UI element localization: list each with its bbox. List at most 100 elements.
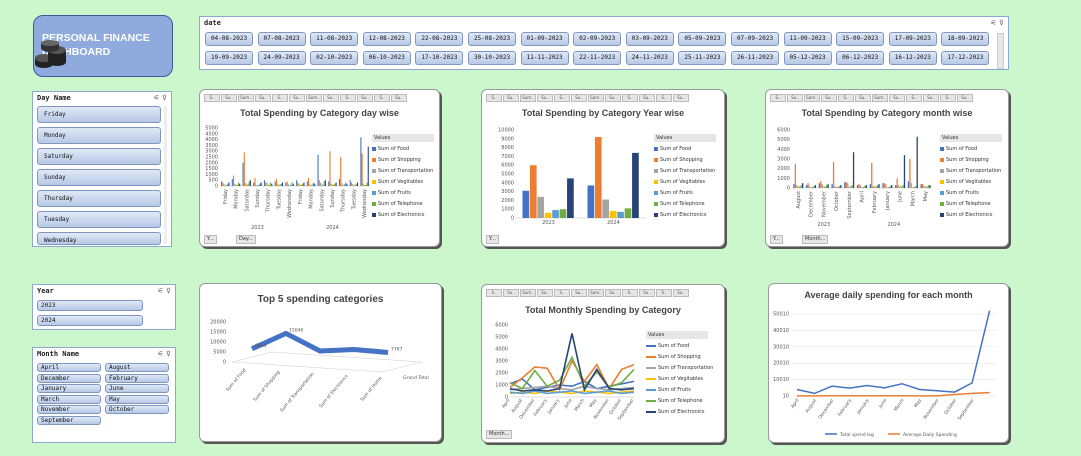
- month-slicer-item[interactable]: November: [37, 405, 101, 414]
- month-slicer-item[interactable]: February: [105, 373, 169, 383]
- filter-icons[interactable]: ⚟ ⊽: [153, 94, 167, 102]
- day-slicer-item[interactable]: Sunday: [37, 169, 161, 186]
- day-slicer-item[interactable]: Tuesday: [37, 211, 161, 228]
- date-slicer-scrollbar[interactable]: [997, 33, 1004, 69]
- date-slicer-item[interactable]: 22-08-2023: [415, 32, 464, 46]
- bar: [929, 185, 931, 188]
- bar: [808, 186, 811, 188]
- month-slicer-item[interactable]: May: [105, 394, 169, 404]
- date-slicer-item[interactable]: 17-12-2023: [941, 51, 990, 65]
- filter-icons[interactable]: ⚟ ⊽: [157, 350, 171, 358]
- date-slicer-item[interactable]: 02-10-2023: [310, 51, 359, 65]
- month-slicer-item[interactable]: September: [37, 415, 101, 425]
- date-slicer-item[interactable]: 05-12-2023: [783, 51, 832, 65]
- date-slicer-item[interactable]: 11-11-2023: [520, 51, 569, 65]
- bar: [352, 184, 354, 186]
- date-slicer-item[interactable]: 15-09-2023: [836, 32, 885, 46]
- bar: [876, 185, 879, 188]
- month-slicer-item[interactable]: March: [37, 394, 101, 404]
- bar: [343, 184, 345, 186]
- date-slicer-item[interactable]: 06-12-2023: [836, 51, 885, 65]
- filter-dropdown[interactable]: Y...: [204, 235, 217, 244]
- year-slicer-item[interactable]: 2023: [37, 300, 143, 311]
- filter-dropdown[interactable]: Day...: [236, 235, 256, 244]
- legend-swatch: [372, 179, 376, 184]
- date-slicer-item[interactable]: 30-10-2023: [468, 51, 516, 65]
- filter-dropdown[interactable]: Y...: [770, 235, 783, 244]
- day-slicer-item[interactable]: Saturday: [37, 148, 161, 165]
- month-slicer-item[interactable]: April: [37, 363, 101, 372]
- legend-swatch: [646, 355, 656, 358]
- bar: [859, 185, 862, 188]
- date-slicer-item[interactable]: 07-09-2023: [731, 32, 779, 46]
- day-slicer-item[interactable]: Thursday: [37, 190, 161, 207]
- bar: [922, 184, 924, 188]
- x-tick-label: Sum of Food: [225, 367, 248, 392]
- bar: [361, 153, 363, 186]
- bar: [365, 184, 367, 186]
- legend-item: Sum of Fruits: [654, 189, 716, 200]
- day-slicer-scrollbar[interactable]: [164, 106, 167, 244]
- month-slicer-item[interactable]: January: [37, 384, 101, 393]
- date-slicer-item[interactable]: 03-09-2023: [625, 32, 674, 46]
- bar: [281, 182, 284, 186]
- x-tick-label: August: [804, 398, 818, 415]
- date-slicer-item[interactable]: 04-08-2023: [205, 32, 253, 46]
- date-slicer-item[interactable]: 24-11-2023: [625, 51, 674, 65]
- bar: [335, 182, 337, 186]
- y-tick-label: 1000: [501, 207, 514, 213]
- year-slicer-item[interactable]: 2024: [37, 315, 143, 326]
- chart-card-month: S.. Su.. Sum.. Su.. S.. Su.. Sum.. Su.. S.. Su.. S…: [765, 89, 1009, 247]
- x-tick-label: Tuesday: [276, 189, 282, 210]
- legend-label: Sum of Transportation: [658, 365, 714, 371]
- month-slicer-item[interactable]: August: [105, 363, 169, 372]
- date-slicer-item[interactable]: 12-08-2023: [362, 32, 411, 46]
- date-slicer-item[interactable]: 17-10-2023: [415, 51, 464, 65]
- legend-swatch: [654, 168, 658, 173]
- filter-dropdown[interactable]: Month...: [802, 235, 829, 244]
- day-slicer-item[interactable]: Monday: [37, 127, 161, 144]
- date-slicer-item[interactable]: 05-09-2023: [678, 32, 727, 46]
- date-slicer-item[interactable]: 07-08-2023: [257, 32, 306, 46]
- bar: [360, 137, 362, 186]
- month-slicer-item[interactable]: June: [105, 384, 169, 393]
- month-slicer-item[interactable]: October: [105, 405, 169, 414]
- bar: [265, 182, 267, 186]
- date-slicer-item[interactable]: 16-12-2023: [888, 51, 937, 65]
- filter-icons[interactable]: ⚟ ⊽: [990, 19, 1004, 27]
- chart-plot: 50010 40010 30010 20010 10010 10April August De…: [773, 310, 997, 438]
- date-slicer-item[interactable]: 11-09-2023: [783, 32, 832, 46]
- month-slicer-item[interactable]: December: [37, 373, 101, 383]
- x-tick-label: May: [923, 191, 929, 201]
- filter-icons[interactable]: ⚟ ⊽: [157, 287, 171, 295]
- bar: [280, 183, 282, 186]
- filter-dropdown[interactable]: Y...: [486, 235, 499, 244]
- day-slicer-item[interactable]: Friday: [37, 106, 161, 123]
- month-slicer-header: Month Name: [37, 350, 80, 358]
- date-slicer-item[interactable]: 22-11-2023: [573, 51, 622, 65]
- date-slicer-item[interactable]: 02-09-2023: [573, 32, 622, 46]
- day-slicer-item[interactable]: Wednesday: [37, 232, 161, 245]
- bar: [274, 181, 276, 186]
- date-slicer-item[interactable]: 19-09-2023: [205, 51, 253, 65]
- filter-dropdown[interactable]: Month...: [486, 430, 513, 439]
- y-tick-label: 15000: [210, 330, 226, 336]
- bar: [826, 185, 828, 188]
- bar: [243, 152, 245, 186]
- bar: [330, 183, 332, 186]
- y-tick-label: 4000: [495, 347, 508, 353]
- legend-item: Sum of Vegitables: [372, 178, 434, 189]
- date-slicer-item[interactable]: 18-09-2023: [941, 32, 990, 46]
- data-label: 7767: [391, 346, 403, 352]
- date-slicer-item[interactable]: 24-09-2023: [257, 51, 306, 65]
- date-slicer-item[interactable]: 26-11-2023: [731, 51, 779, 65]
- date-slicer-item[interactable]: 17-09-2023: [888, 32, 937, 46]
- legend-label: Sum of Fruits: [946, 190, 979, 196]
- bar: [840, 185, 842, 188]
- date-slicer-item[interactable]: 25-08-2023: [468, 32, 516, 46]
- bar: [552, 210, 559, 218]
- date-slicer-item[interactable]: 25-11-2023: [678, 51, 727, 65]
- date-slicer-item[interactable]: 01-09-2023: [520, 32, 569, 46]
- date-slicer-item[interactable]: 11-08-2023: [310, 32, 359, 46]
- date-slicer-item[interactable]: 06-10-2023: [362, 51, 411, 65]
